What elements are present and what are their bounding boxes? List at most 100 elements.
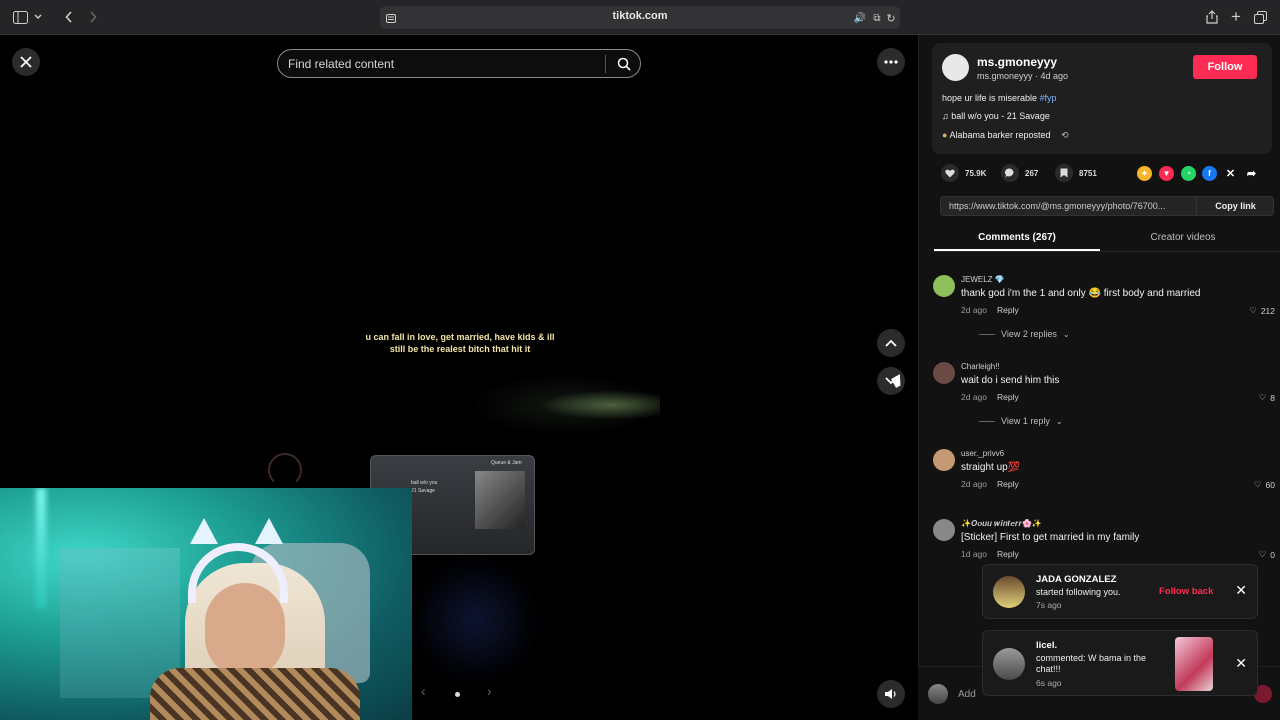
comment-username[interactable]: ✨𝑶𝒐𝒖𝒖 𝒘𝒊𝒏𝒕𝒆𝒓𝒓🌸✨ (961, 519, 1042, 529)
comment-avatar[interactable] (933, 449, 955, 471)
address-bar[interactable]: tiktok.com 🔊 ⧉ ↻ (380, 6, 900, 29)
search-button[interactable] (614, 54, 634, 74)
comment-time: 2d ago (961, 479, 987, 489)
author-avatar[interactable] (942, 54, 969, 81)
comment-username[interactable]: user._privv6 (961, 449, 1004, 458)
tab-overview-icon[interactable] (1253, 9, 1267, 25)
comment-avatar[interactable] (933, 362, 955, 384)
replies-line (979, 420, 995, 422)
author-name[interactable]: ms.gmoneyyy (977, 55, 1057, 69)
copy-link-button[interactable]: Copy link (1196, 197, 1274, 215)
notification-time: 6s ago (1036, 678, 1062, 688)
comment-item: JEWELZ 💎 thank god i'm the 1 and only 😂 … (933, 275, 1275, 339)
reply-button[interactable]: Reply (997, 479, 1019, 489)
comment-like[interactable]: ♡ 8 (1259, 392, 1275, 403)
share-link-text[interactable]: https://www.tiktok.com/@ms.gmoneyyy/phot… (949, 201, 1191, 211)
back-icon[interactable] (62, 9, 76, 25)
comment-bubble-icon (1001, 164, 1019, 182)
chevron-up-icon (885, 339, 897, 347)
reply-button[interactable]: Reply (997, 549, 1019, 559)
new-tab-icon[interactable]: + (1229, 7, 1243, 26)
comment-like[interactable]: ♡ 60 (1254, 479, 1275, 490)
like-stat[interactable]: 75.9K (941, 164, 986, 182)
search-input[interactable] (288, 54, 588, 74)
tab-creator-videos[interactable]: Creator videos (1100, 232, 1266, 243)
cat-ear-left (190, 518, 218, 544)
reply-button[interactable]: Reply (997, 305, 1019, 315)
active-tab-indicator (934, 249, 1100, 251)
forward-icon[interactable] (86, 9, 100, 25)
follow-notification[interactable]: JADA GONZALEZ started following you. 7s … (982, 564, 1258, 619)
car-dashboard (410, 555, 540, 685)
coin-share-icon[interactable]: ✦ (1137, 166, 1152, 181)
close-notification-button[interactable]: ✕ (1235, 582, 1247, 599)
notification-text: commented: W bama in the chat!!! (1036, 653, 1147, 674)
repost-avatar-icon: ● (942, 130, 948, 140)
view-replies-button[interactable]: View 2 replies ⌄ (979, 329, 1070, 339)
car-screen-title: ball w/o you (411, 480, 438, 486)
comment-notification[interactable]: licel. commented: W bama in the chat!!! … (982, 630, 1258, 696)
view-replies-button[interactable]: View 1 reply ⌄ (979, 416, 1063, 426)
comment-text: [Sticker] First to get married in my fam… (961, 532, 1140, 543)
whatsapp-icon[interactable]: ◔ (1181, 166, 1196, 181)
repost-share-icon[interactable]: ▼ (1159, 166, 1174, 181)
heart-icon (941, 164, 959, 182)
translate-icon[interactable]: ⧉ (870, 10, 884, 26)
share-icon[interactable] (1205, 9, 1219, 25)
browser-toolbar: tiktok.com 🔊 ⧉ ↻ + (0, 0, 1280, 35)
comment-text: thank god i'm the 1 and only 😂 first bod… (961, 288, 1201, 299)
comment-avatar[interactable] (933, 519, 955, 541)
sidebar-icon[interactable] (12, 9, 28, 25)
dashboard-gauge (268, 453, 302, 487)
comment-username[interactable]: JEWELZ 💎 (961, 275, 1005, 284)
notification-avatar[interactable] (993, 576, 1025, 608)
share-arrow-icon[interactable]: ➦ (1244, 166, 1259, 181)
volume-button[interactable] (877, 680, 905, 708)
save-stat[interactable]: 8751 (1055, 164, 1097, 182)
photo-prev-arrow[interactable]: ‹ (421, 683, 426, 699)
chevron-down-icon: ⌄ (1055, 416, 1063, 426)
comment-like[interactable]: ♡ 212 (1249, 305, 1275, 316)
tab-comments[interactable]: Comments (267) (934, 232, 1100, 243)
close-button[interactable] (12, 48, 40, 76)
comment-avatar[interactable] (933, 275, 955, 297)
page-root: tiktok.com 🔊 ⧉ ↻ + u can fall in lo (0, 0, 1280, 720)
reply-button[interactable]: Reply (997, 392, 1019, 402)
author-subtitle: ms.gmoneyyy · 4d ago (977, 71, 1069, 81)
facebook-icon[interactable]: f (1202, 166, 1217, 181)
follow-back-button[interactable]: Follow back (1159, 586, 1213, 597)
led-light-strip (36, 488, 46, 608)
follow-button[interactable]: Follow (1193, 55, 1257, 79)
comment-count: 267 (1025, 168, 1039, 178)
post-info-card: ms.gmoneyyy ms.gmoneyyy · 4d ago Follow … (932, 43, 1272, 154)
comment-like[interactable]: ♡ 0 (1259, 549, 1275, 560)
notification-thumbnail[interactable] (1175, 637, 1213, 691)
close-notification-button[interactable]: ✕ (1235, 655, 1247, 672)
webcam-overlay (0, 488, 412, 720)
comment-username[interactable]: Charleigh!! (961, 362, 1000, 371)
sound-icon[interactable]: 🔊 (854, 10, 866, 26)
more-options-button[interactable] (877, 48, 905, 76)
related-search (277, 49, 641, 78)
hashtag-link[interactable]: #fyp (1040, 93, 1057, 103)
notification-name: JADA GONZALEZ (1036, 574, 1117, 585)
share-link-box: https://www.tiktok.com/@ms.gmoneyyy/phot… (940, 196, 1274, 216)
x-icon[interactable]: ✕ (1223, 166, 1238, 181)
video-caption: u can fall in love, get married, have ki… (365, 332, 555, 354)
volume-icon (885, 689, 896, 699)
comment-text: wait do i send him this (961, 375, 1060, 386)
chevron-down-icon[interactable] (33, 9, 43, 25)
leopard-print-shirt (150, 668, 360, 720)
previous-video-button[interactable] (877, 329, 905, 357)
notification-name: licel. (1036, 640, 1058, 651)
comment-item: user._privv6 straight up💯 2d ago Reply ♡… (933, 449, 1275, 494)
notification-avatar[interactable] (993, 648, 1025, 680)
search-divider (605, 55, 606, 73)
reload-icon[interactable]: ↻ (885, 10, 897, 26)
replies-line (979, 333, 995, 335)
comment-stat[interactable]: 267 (1001, 164, 1038, 182)
url-text[interactable]: tiktok.com (380, 10, 900, 22)
music-row[interactable]: ♫ ball w/o you - 21 Savage (942, 111, 1050, 121)
photo-next-arrow[interactable]: › (487, 683, 492, 699)
comment-like-count: 0 (1270, 549, 1275, 560)
